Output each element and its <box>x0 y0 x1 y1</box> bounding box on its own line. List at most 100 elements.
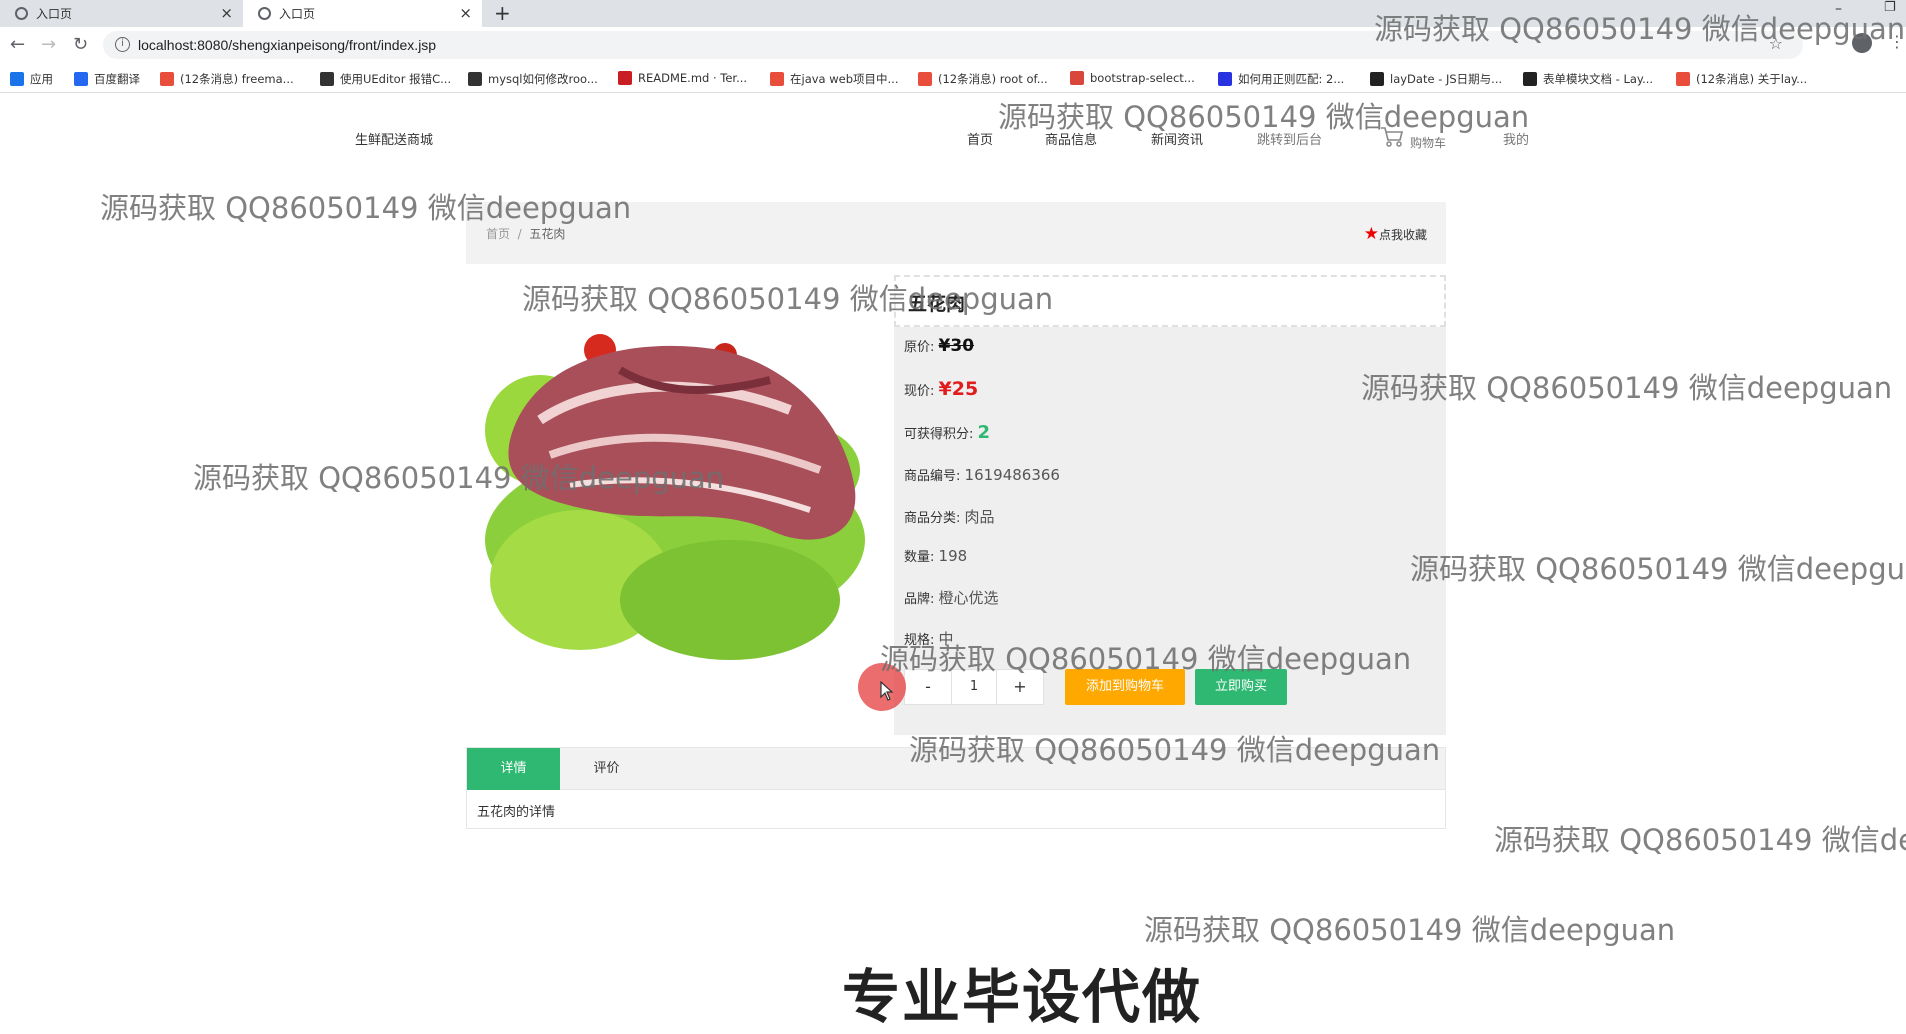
star-icon: ★ <box>1363 224 1379 244</box>
csdn-icon <box>160 72 174 86</box>
points-value: 2 <box>977 422 991 443</box>
bookmark-label: (12条消息) freema... <box>180 72 294 86</box>
menu-kebab-icon[interactable]: ⋮ <box>1889 32 1905 51</box>
close-icon[interactable]: × <box>459 4 472 22</box>
nav-news[interactable]: 新闻资讯 <box>1151 129 1203 148</box>
bookmark-item[interactable]: mysql如何修改roo... <box>468 71 598 87</box>
bookmark-item[interactable]: 表单模块文档 - Lay... <box>1523 71 1653 87</box>
layui-icon <box>1523 72 1537 86</box>
bookmarks-bar: 应用 百度翻译 (12条消息) freema... 使用UEditor 报错C... m… <box>0 63 1906 93</box>
close-icon[interactable]: × <box>220 4 233 22</box>
browser-tab-2[interactable]: 入口页 × <box>243 0 482 27</box>
bookmark-label: (12条消息) root of... <box>938 72 1048 86</box>
product-image <box>485 334 865 660</box>
bookmark-label: 应用 <box>30 72 53 86</box>
add-to-cart-button[interactable]: 添加到购物车 <box>1065 669 1185 705</box>
browser-tab-1[interactable]: 入口页 × <box>0 0 243 27</box>
bookmark-item[interactable]: bootstrap-select... <box>1070 71 1195 85</box>
bookmark-item[interactable]: (12条消息) freema... <box>160 71 294 87</box>
globe-icon <box>258 7 271 20</box>
profile-avatar-icon[interactable] <box>1852 33 1872 53</box>
browser-tab-title: 入口页 <box>36 7 73 21</box>
bookmark-item[interactable]: (12条消息) 关于lay... <box>1676 71 1807 87</box>
breadcrumb-separator: / <box>517 227 522 241</box>
watermark-clip: 源码获取 QQ86050149 微信deepguan <box>1494 817 1906 857</box>
bookmark-item[interactable]: 应用 <box>10 71 53 87</box>
product-code-row: 商品编号: 1619486366 <box>904 465 1060 484</box>
breadcrumb: 首页 / 五花肉 <box>486 225 565 242</box>
decrement-button[interactable]: - <box>905 670 951 704</box>
reload-icon[interactable]: ↻ <box>73 34 88 55</box>
bookmark-star-icon[interactable]: ☆ <box>1769 34 1783 53</box>
csdn-icon <box>770 72 784 86</box>
bookmark-item[interactable]: (12条消息) root of... <box>918 71 1048 87</box>
breadcrumb-home[interactable]: 首页 <box>486 227 510 241</box>
bookmark-label: 使用UEditor 报错C... <box>340 72 452 86</box>
browser-tab-strip: 入口页 × 入口页 × + – ❐ <box>0 0 1906 27</box>
info-icon[interactable]: i <box>115 37 130 52</box>
nav-home[interactable]: 首页 <box>967 129 993 148</box>
nav-products[interactable]: 商品信息 <box>1045 129 1097 148</box>
product-name-box: 五花肉 <box>894 275 1446 327</box>
mouse-cursor-icon <box>880 681 894 701</box>
bookmark-item[interactable]: layDate - JS日期与... <box>1370 71 1502 87</box>
spec-label: 规格: <box>904 633 935 648</box>
nav-mine[interactable]: 我的 <box>1503 129 1529 148</box>
brand-label: 品牌: <box>904 592 935 607</box>
quantity-stepper: - 1 + <box>904 669 1044 705</box>
tab-reviews[interactable]: 评价 <box>560 748 653 790</box>
oschina-icon <box>1070 71 1084 85</box>
buy-now-button[interactable]: 立即购买 <box>1195 669 1287 705</box>
watermark-clip: 源码获取 QQ86050149 微信deepguan <box>1410 546 1906 586</box>
original-price: ¥30 <box>938 336 975 356</box>
bookmark-item[interactable]: 如何用正则匹配: 2... <box>1218 71 1344 87</box>
bookmark-label: 表单模块文档 - Lay... <box>1543 72 1654 86</box>
baidu-translate-icon <box>74 72 88 86</box>
browser-tab-title: 入口页 <box>279 7 316 21</box>
category-label: 商品分类: <box>904 511 961 526</box>
forward-arrow-icon[interactable]: → <box>41 34 56 55</box>
cart-icon[interactable] <box>1380 126 1404 148</box>
minimize-icon[interactable]: – <box>1835 1 1842 17</box>
bookmark-item[interactable]: 使用UEditor 报错C... <box>320 71 451 87</box>
nav-cart[interactable]: 购物车 <box>1410 134 1446 151</box>
quantity-input[interactable]: 1 <box>951 670 997 704</box>
apps-grid-icon <box>10 72 24 86</box>
tab-details[interactable]: 详情 <box>467 748 560 790</box>
stock-quantity: 198 <box>938 547 968 565</box>
tabs-header: 详情 评价 <box>467 748 1445 790</box>
bookmark-label: mysql如何修改roo... <box>488 72 598 86</box>
watermark: 源码获取 QQ86050149 微信deepguan <box>1410 552 1906 586</box>
original-price-row: 原价: ¥30 <box>904 336 974 356</box>
site-title[interactable]: 生鲜配送商城 <box>355 129 433 148</box>
product-code: 1619486366 <box>964 466 1060 484</box>
detail-tabs: 详情 评价 五花肉的详情 <box>466 747 1446 829</box>
stock-quantity-label: 数量: <box>904 550 935 565</box>
brand-value: 橙心优选 <box>938 589 999 607</box>
favorite-label: 点我收藏 <box>1378 228 1427 242</box>
increment-button[interactable]: + <box>997 670 1043 704</box>
nav-admin[interactable]: 跳转到后台 <box>1257 129 1322 148</box>
points-row: 可获得积分: 2 <box>904 422 990 443</box>
bookmark-label: 百度翻译 <box>94 72 140 86</box>
restore-icon[interactable]: ❐ <box>1884 0 1896 15</box>
bookmark-item[interactable]: 百度翻译 <box>74 71 140 87</box>
bookmark-item[interactable]: README.md · Ter... <box>618 71 747 85</box>
watermark: 源码获取 QQ86050149 微信deepguan <box>1494 823 1906 857</box>
bookmark-label: layDate - JS日期与... <box>1390 72 1503 86</box>
points-label: 可获得积分: <box>904 427 974 442</box>
bookmark-label: 在java web项目中... <box>790 72 899 86</box>
price-label: 现价: <box>904 384 935 399</box>
new-tab-button[interactable]: + <box>494 1 511 25</box>
watermark: 源码获取 QQ86050149 微信deepguan <box>1144 913 1676 947</box>
breadcrumb-current: 五花肉 <box>529 227 566 241</box>
favorite-button[interactable]: ★点我收藏 <box>1364 224 1427 244</box>
back-arrow-icon[interactable]: ← <box>10 34 25 55</box>
bookmark-item[interactable]: 在java web项目中... <box>770 71 899 87</box>
category-row: 商品分类: 肉品 <box>904 506 995 527</box>
ueditor-icon <box>320 72 334 86</box>
url-field[interactable]: i localhost:8080/shengxianpeisong/front/… <box>103 31 1803 59</box>
csdn-icon <box>918 72 932 86</box>
original-price-label: 原价: <box>904 340 935 355</box>
bookmark-label: (12条消息) 关于lay... <box>1696 72 1808 86</box>
